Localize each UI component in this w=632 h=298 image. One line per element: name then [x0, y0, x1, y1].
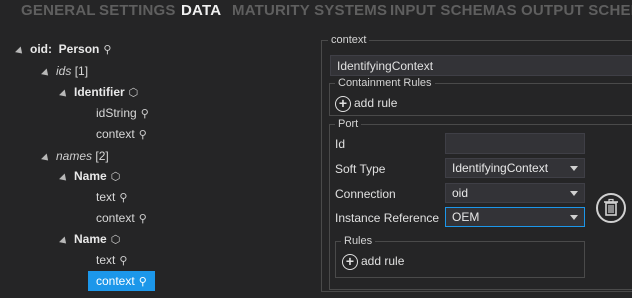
tab-bar: GENERAL SETTINGS DATA MATURITY SYSTEMS I…: [0, 0, 632, 24]
instance-reference-label: Instance Reference: [335, 211, 440, 225]
expand-arrow-icon[interactable]: [59, 173, 69, 184]
link-icon: ⚲: [138, 213, 147, 225]
link-icon: ⚲: [138, 276, 147, 288]
rules-add-rule-button[interactable]: + add rule: [342, 252, 404, 270]
chevron-down-icon: [570, 215, 578, 220]
connection-value: oid: [452, 186, 469, 200]
rules-group: Rules + add rule: [335, 235, 585, 278]
tab-data[interactable]: DATA: [181, 2, 221, 19]
link-icon: ⚲: [138, 129, 147, 141]
chevron-down-icon: [570, 191, 578, 196]
trash-icon: [604, 198, 618, 216]
expand-arrow-icon[interactable]: [59, 236, 69, 247]
root-type: Person: [58, 42, 100, 56]
idstring-label: idString: [96, 106, 137, 120]
soft-type-value: IdentifyingContext: [452, 161, 549, 175]
add-rule-label: add rule: [354, 96, 398, 110]
expand-arrow-icon[interactable]: [15, 46, 25, 57]
soft-type-select[interactable]: IdentifyingContext: [445, 158, 585, 178]
data-tree: oid: Person ⚲ ids [1] Identifier ⬡ idStrin…: [0, 36, 320, 298]
id-label: Id: [335, 137, 346, 151]
tree-node-name-2[interactable]: Name ⬡: [59, 229, 121, 249]
tree-node-context-3-selected[interactable]: context ⚲: [88, 271, 155, 291]
connection-label: Connection: [335, 187, 396, 201]
name-label: Name: [74, 232, 107, 246]
context-label: context: [96, 127, 135, 141]
link-icon: ⚲: [119, 255, 128, 267]
context-legend: context: [328, 34, 370, 46]
names-label: names: [56, 149, 93, 163]
cube-icon: ⬡: [110, 171, 121, 183]
text-label: text: [96, 190, 116, 204]
tree-node-ids[interactable]: ids [1]: [41, 61, 89, 81]
containment-rules-group: Containment Rules + add rule: [329, 77, 632, 116]
identifier-label: Identifier: [74, 85, 125, 99]
instance-reference-value: OEM: [452, 210, 480, 224]
expand-arrow-icon[interactable]: [41, 68, 51, 79]
tree-node-root[interactable]: oid: Person ⚲: [15, 39, 112, 59]
instance-reference-select[interactable]: OEM: [445, 207, 585, 227]
link-icon: ⚲: [103, 44, 112, 56]
containment-rules-legend: Containment Rules: [335, 77, 435, 89]
tab-settings[interactable]: SETTINGS: [99, 2, 176, 19]
ids-label: ids: [56, 64, 72, 78]
context-value-field[interactable]: IdentifyingContext: [330, 55, 632, 76]
tree-node-name-1[interactable]: Name ⬡: [59, 166, 121, 186]
tab-maturity-systems[interactable]: MATURITY SYSTEMS: [232, 2, 387, 19]
plus-circle-icon: +: [335, 95, 351, 112]
plus-circle-icon: +: [342, 253, 358, 270]
tree-node-names[interactable]: names [2]: [41, 146, 109, 166]
cube-icon: ⬡: [110, 234, 121, 246]
link-icon: ⚲: [119, 192, 128, 204]
cube-icon: ⬡: [128, 87, 139, 99]
port-group: Port Id Soft Type IdentifyingContext Con…: [329, 118, 632, 290]
tab-output-schemas[interactable]: OUTPUT SCHEM: [521, 2, 632, 19]
tab-input-schemas[interactable]: INPUT SCHEMAS: [390, 2, 517, 19]
connection-select[interactable]: oid: [445, 183, 585, 203]
context-panel: context IdentifyingContext Containment R…: [321, 34, 632, 292]
root-field-name: oid:: [30, 42, 52, 56]
add-rule-label: add rule: [361, 254, 405, 268]
tree-node-text-1[interactable]: text ⚲: [96, 187, 127, 207]
tree-node-identifier[interactable]: Identifier ⬡: [59, 82, 139, 102]
tree-node-context-2[interactable]: context ⚲: [96, 208, 147, 228]
chevron-down-icon: [570, 166, 578, 171]
delete-button[interactable]: [596, 193, 626, 223]
expand-arrow-icon[interactable]: [59, 89, 69, 100]
ids-count: [1]: [74, 64, 89, 78]
tree-node-text-2[interactable]: text ⚲: [96, 250, 127, 270]
link-icon: ⚲: [140, 108, 149, 120]
text-label: text: [96, 253, 116, 267]
context-label: context: [96, 211, 135, 225]
expand-arrow-icon[interactable]: [41, 153, 51, 164]
id-input[interactable]: [445, 133, 585, 154]
names-count: [2]: [95, 149, 109, 163]
containment-add-rule-button[interactable]: + add rule: [335, 94, 397, 112]
context-label: context: [96, 274, 135, 288]
port-legend: Port: [335, 118, 362, 130]
soft-type-label: Soft Type: [335, 162, 386, 176]
tree-node-idstring[interactable]: idString ⚲: [96, 103, 149, 123]
rules-legend: Rules: [341, 235, 376, 247]
tab-general[interactable]: GENERAL: [21, 2, 96, 19]
name-label: Name: [74, 169, 107, 183]
tree-node-context-1[interactable]: context ⚲: [96, 124, 147, 144]
